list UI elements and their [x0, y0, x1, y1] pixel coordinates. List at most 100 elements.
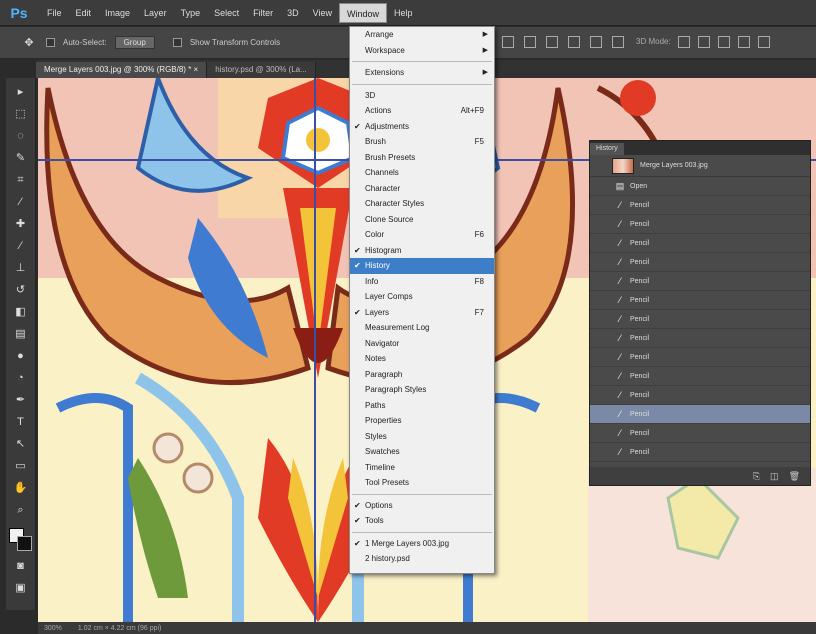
window-menu-item-swatches[interactable]: Swatches	[350, 444, 494, 460]
history-state-row[interactable]: ⁄ Pencil	[590, 405, 810, 424]
zoom-tool-icon[interactable]: ⌕	[12, 502, 30, 518]
path-select-tool-icon[interactable]: ↖	[12, 436, 30, 452]
window-menu-item-options[interactable]: ✔ Options	[350, 498, 494, 514]
new-document-from-state-icon[interactable]: ⎘	[753, 471, 760, 482]
window-menu-item-actions[interactable]: Actions Alt+F9	[350, 103, 494, 119]
document-tab[interactable]: history.psd @ 300% (La...	[207, 62, 316, 78]
shape-tool-icon[interactable]: ▭	[12, 458, 30, 474]
move-tool-icon[interactable]: ▸	[12, 84, 30, 100]
history-snapshot[interactable]: Merge Layers 003.jpg	[590, 155, 810, 177]
window-menu-item-arrange[interactable]: Arrange ▶	[350, 27, 494, 43]
hand-tool-icon[interactable]: ✋	[12, 480, 30, 496]
history-brush-source-slot[interactable]	[590, 329, 610, 348]
history-state-row[interactable]: ⁄ Pencil	[590, 196, 810, 215]
eraser-tool-icon[interactable]: ◧	[12, 304, 30, 320]
blur-tool-icon[interactable]: ●	[12, 348, 30, 364]
pen-tool-icon[interactable]: ✒	[12, 392, 30, 408]
history-state-row[interactable]: ⁄ Pencil	[590, 291, 810, 310]
history-state-row[interactable]: ⁄ Pencil	[590, 215, 810, 234]
lasso-tool-icon[interactable]: ◌	[12, 128, 30, 144]
brush-tool-icon[interactable]: ∕	[12, 238, 30, 254]
menu-select[interactable]: Select	[207, 3, 246, 23]
slide-3d-icon[interactable]	[738, 36, 750, 48]
healing-tool-icon[interactable]: ✚	[12, 216, 30, 232]
gradient-tool-icon[interactable]: ▤	[12, 326, 30, 342]
window-menu-item-history[interactable]: ✔ History	[350, 258, 494, 274]
history-state-row[interactable]: ⁄ Pencil	[590, 443, 810, 462]
history-state-row[interactable]: ▤ Open	[590, 177, 810, 196]
quick-select-tool-icon[interactable]: ✎	[12, 150, 30, 166]
history-state-row[interactable]: ⁄ Pencil	[590, 424, 810, 443]
roll-3d-icon[interactable]	[698, 36, 710, 48]
auto-select-checkbox[interactable]	[46, 38, 55, 47]
history-brush-source-slot[interactable]	[590, 272, 610, 291]
window-menu-item-histogram[interactable]: ✔ Histogram	[350, 243, 494, 259]
create-snapshot-icon[interactable]: ◫	[770, 471, 779, 482]
window-menu-item-clone-source[interactable]: Clone Source	[350, 212, 494, 228]
window-menu-item-brush[interactable]: Brush F5	[350, 134, 494, 150]
window-menu-item-timeline[interactable]: Timeline	[350, 460, 494, 476]
menu-view[interactable]: View	[306, 3, 339, 23]
window-menu-item-2-history-psd[interactable]: 2 history.psd	[350, 551, 494, 567]
marquee-tool-icon[interactable]: ⬚	[12, 106, 30, 122]
quick-mask-icon[interactable]: ◙	[12, 558, 30, 574]
align-center-icon[interactable]	[590, 36, 602, 48]
window-menu-item-character-styles[interactable]: Character Styles	[350, 196, 494, 212]
history-brush-source-slot[interactable]	[590, 367, 610, 386]
dodge-tool-icon[interactable]: ◔	[12, 370, 30, 386]
document-tab[interactable]: Merge Layers 003.jpg @ 300% (RGB/8) * ×	[36, 62, 208, 78]
history-state-row[interactable]: ⁄ Pencil	[590, 234, 810, 253]
history-panel-tab[interactable]: History	[590, 143, 624, 155]
background-color-swatch[interactable]	[16, 536, 32, 551]
type-tool-icon[interactable]: T	[12, 414, 30, 430]
move-tool-icon[interactable]: ✥	[20, 35, 38, 51]
window-menu-item-brush-presets[interactable]: Brush Presets	[350, 150, 494, 166]
distribute-icon[interactable]	[612, 36, 624, 48]
window-menu-item-3d[interactable]: 3D	[350, 88, 494, 104]
menu-3d[interactable]: 3D	[280, 3, 306, 23]
window-menu-item-adjustments[interactable]: ✔ Adjustments	[350, 119, 494, 135]
history-brush-source-slot[interactable]	[590, 310, 610, 329]
history-brush-source-slot[interactable]	[590, 386, 610, 405]
history-brush-source-slot[interactable]	[590, 253, 610, 272]
trash-icon[interactable]: 🗑	[789, 471, 800, 482]
window-menu-item-navigator[interactable]: Navigator	[350, 336, 494, 352]
menu-layer[interactable]: Layer	[137, 3, 174, 23]
window-menu-item-paragraph[interactable]: Paragraph	[350, 367, 494, 383]
menu-help[interactable]: Help	[387, 3, 420, 23]
align-left-icon[interactable]	[568, 36, 580, 48]
menu-window[interactable]: Window	[338, 2, 387, 23]
window-menu-item-color[interactable]: Color F6	[350, 227, 494, 243]
history-brush-source-slot[interactable]	[590, 291, 610, 310]
align-middle-icon[interactable]	[524, 36, 536, 48]
history-brush-source-slot[interactable]	[590, 234, 610, 253]
window-menu-item-channels[interactable]: Channels	[350, 165, 494, 181]
window-menu-item-styles[interactable]: Styles	[350, 429, 494, 445]
window-menu-item-character[interactable]: Character	[350, 181, 494, 197]
window-menu-item-1-merge-layers-003-jpg[interactable]: ✔ 1 Merge Layers 003.jpg	[350, 536, 494, 552]
history-state-row[interactable]: ⁄ Pencil	[590, 367, 810, 386]
history-brush-source-slot[interactable]	[590, 348, 610, 367]
menu-edit[interactable]: Edit	[69, 3, 99, 23]
window-menu-item-paths[interactable]: Paths	[350, 398, 494, 414]
menu-image[interactable]: Image	[98, 3, 137, 23]
align-top-icon[interactable]	[502, 36, 514, 48]
screen-mode-icon[interactable]: ▣	[12, 580, 30, 596]
history-brush-source-slot[interactable]	[590, 196, 610, 215]
menu-type[interactable]: Type	[174, 3, 208, 23]
history-state-row[interactable]: ⁄ Pencil	[590, 348, 810, 367]
window-menu-item-workspace[interactable]: Workspace ▶	[350, 43, 494, 59]
window-menu-item-properties[interactable]: Properties	[350, 413, 494, 429]
history-state-row[interactable]: ⁄ Pencil	[590, 386, 810, 405]
history-brush-source-slot[interactable]	[590, 443, 610, 462]
rotate-3d-icon[interactable]	[678, 36, 690, 48]
scale-3d-icon[interactable]	[758, 36, 770, 48]
menu-filter[interactable]: Filter	[246, 3, 280, 23]
window-menu-item-measurement-log[interactable]: Measurement Log	[350, 320, 494, 336]
show-transform-checkbox[interactable]	[172, 38, 182, 47]
history-brush-source-slot[interactable]	[590, 215, 610, 234]
crop-tool-icon[interactable]: ⌗	[12, 172, 30, 188]
history-brush-source-slot[interactable]	[590, 177, 610, 196]
window-menu-item-tool-presets[interactable]: Tool Presets	[350, 475, 494, 491]
history-brush-tool-icon[interactable]: ↺	[12, 282, 30, 298]
